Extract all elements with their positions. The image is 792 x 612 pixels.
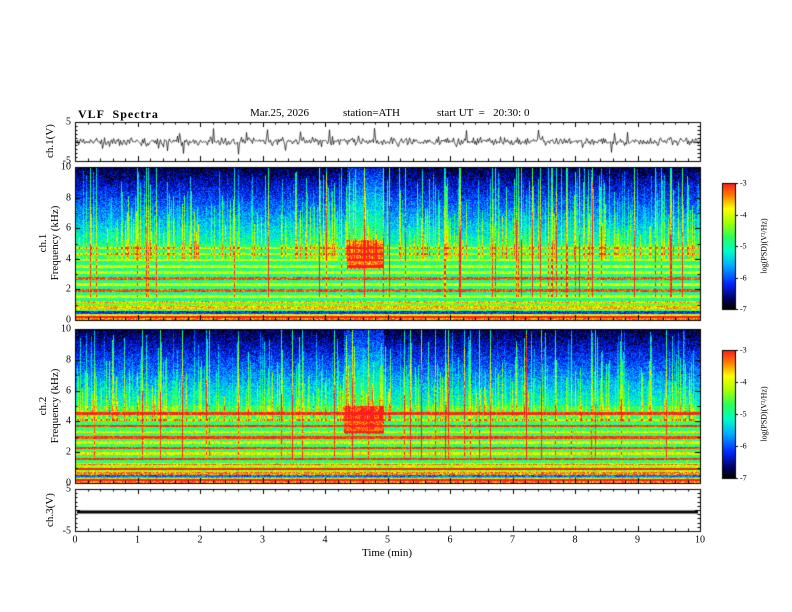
- colorbar-tick-label: -7: [740, 304, 747, 314]
- colorbar-tick-label: -4: [740, 377, 747, 387]
- x-tick-label: 3: [260, 534, 265, 546]
- ch3-voltage-ylabel: ch.3(V): [43, 493, 56, 527]
- voltage-tick-label: -5: [62, 155, 71, 167]
- x-tick-label: 4: [322, 534, 328, 546]
- x-tick-label: 5: [385, 534, 390, 546]
- colorbar-tick-label: -5: [740, 409, 747, 419]
- colorbar-tick-label: -5: [740, 241, 747, 251]
- frequency-tick-label: 6: [66, 222, 71, 234]
- x-tick-label: 2: [197, 534, 203, 546]
- frequency-tick-label: 2: [66, 283, 71, 295]
- header-date: Mar.25, 2026: [250, 107, 309, 119]
- voltage-tick-label: 5: [66, 116, 71, 128]
- frequency-tick-label: 8: [66, 354, 71, 366]
- ch2-spectrogram-ylabel-line2: Frequency (kHz): [49, 368, 61, 444]
- colorbar-tick-label: -7: [740, 473, 747, 483]
- ch1-spectrogram-ylabel-line2: Frequency (kHz): [49, 205, 61, 281]
- figure-title: VLF Spectra: [78, 107, 159, 121]
- frequency-tick-label: 10: [61, 323, 71, 335]
- ch1-voltage-ylabel: ch.1(V): [43, 124, 56, 158]
- x-tick-label: 8: [572, 534, 578, 546]
- colorbar-tick-label: -6: [740, 441, 747, 451]
- frequency-tick-label: 2: [66, 446, 71, 458]
- frequency-tick-label: 8: [66, 192, 71, 204]
- x-tick-label: 1: [135, 534, 140, 546]
- header-start-ut: start UT = 20:30: 0: [437, 107, 530, 119]
- colorbar-tick-label: -6: [740, 273, 747, 282]
- frequency-tick-label: 4: [66, 253, 71, 265]
- colorbar1-label: log(PSD)(V²/Hz): [759, 218, 769, 274]
- x-tick-label: 0: [72, 534, 78, 546]
- voltage-tick-label: 5: [66, 483, 71, 495]
- frequency-tick-label: 4: [66, 415, 71, 427]
- header-station: station=ATH: [343, 107, 400, 119]
- vlf-spectra-figure: VLF Spectra Mar.25, 2026 station=ATH sta…: [0, 0, 792, 612]
- x-tick-label: 6: [447, 534, 453, 546]
- x-tick-label: 10: [695, 534, 705, 546]
- ch1-spectrogram-ylabel: ch.1 Frequency (kHz): [37, 206, 61, 281]
- colorbar-tick-label: -3: [740, 178, 747, 188]
- plot-canvas: [0, 0, 792, 612]
- time-axis-label: Time (min): [361, 547, 413, 559]
- ch2-spectrogram-ylabel-line1: ch.2: [36, 396, 49, 416]
- colorbar2-label: log(PSD)(V²/Hz): [759, 386, 769, 442]
- voltage-tick-label: -5: [62, 525, 71, 537]
- frequency-tick-label: 6: [66, 385, 71, 397]
- ch2-spectrogram-ylabel: ch.2 Frequency (kHz): [37, 369, 61, 444]
- x-tick-label: 7: [510, 534, 515, 546]
- ch1-spectrogram-ylabel-line1: ch.1: [36, 233, 49, 253]
- colorbar-tick-label: -4: [740, 210, 747, 219]
- colorbar-tick-label: -3: [740, 345, 747, 355]
- x-tick-label: 9: [635, 534, 640, 546]
